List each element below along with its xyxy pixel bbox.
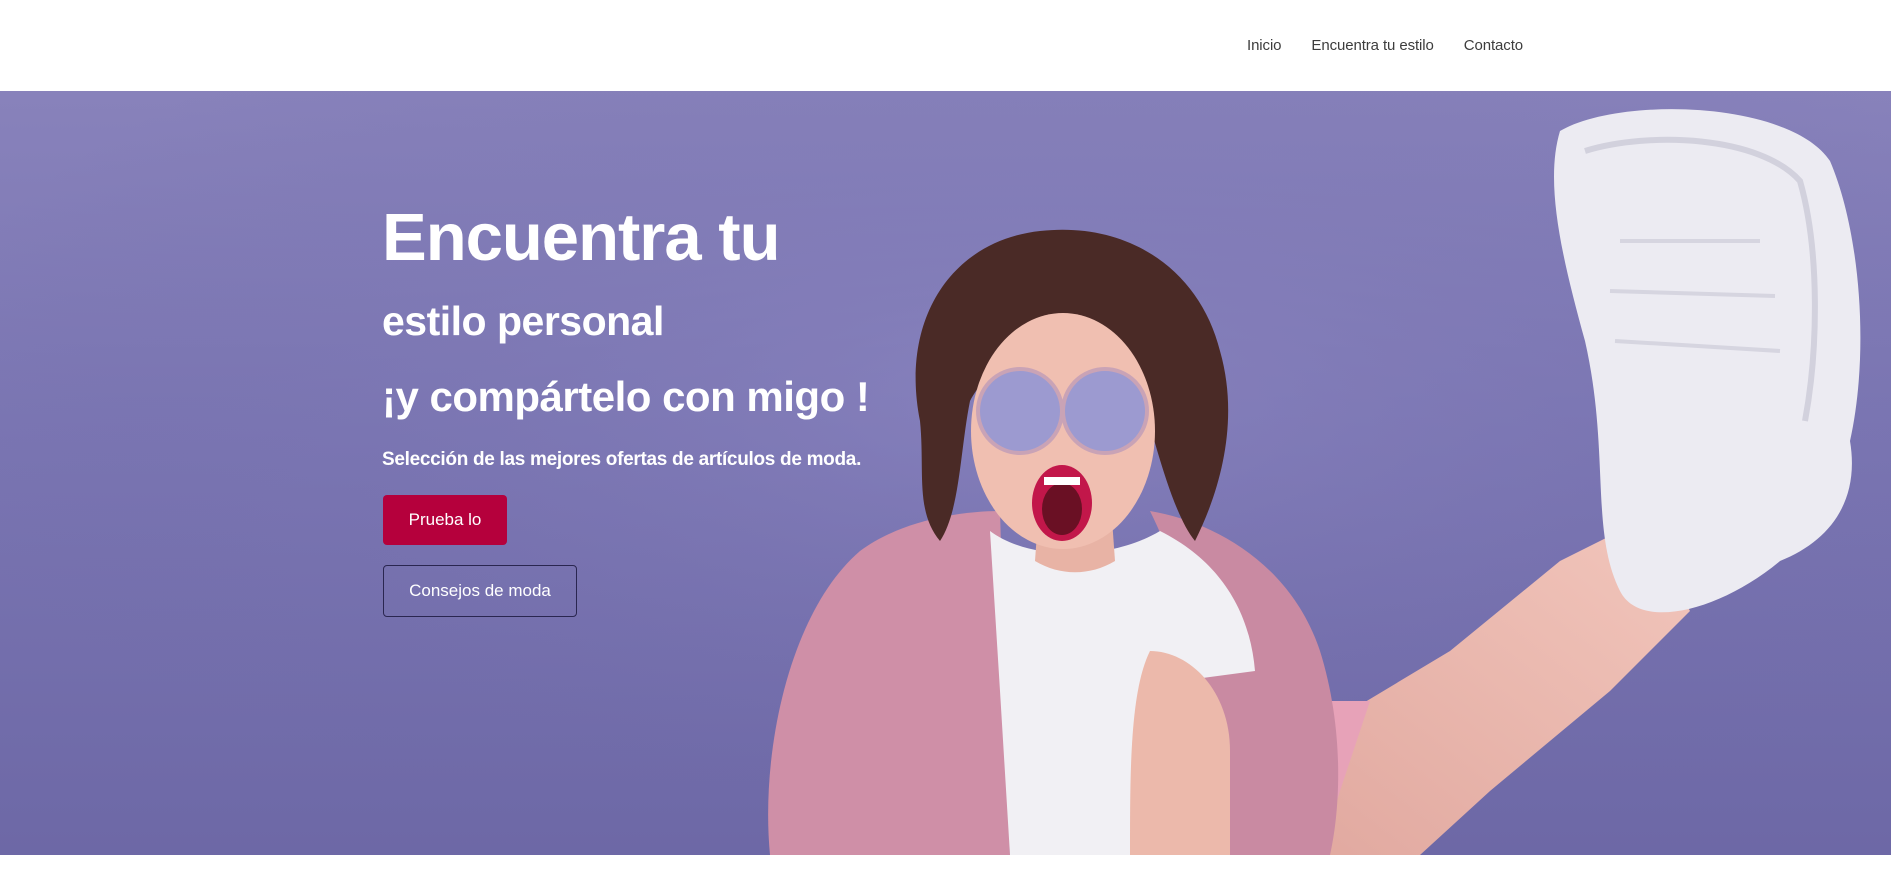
hero-headline-line-2: estilo personal [382, 298, 664, 344]
main-nav: Inicio Encuentra tu estilo Contacto [1247, 36, 1523, 56]
fashion-tips-button[interactable]: Consejos de moda [383, 565, 577, 617]
nav-link-inicio[interactable]: Inicio [1247, 36, 1282, 56]
hero-photo-woman-shouting [0, 91, 1891, 855]
site-header: Inicio Encuentra tu estilo Contacto [0, 0, 1891, 91]
hero-headline-line-3: ¡y compártelo con migo ! [382, 373, 870, 420]
hero-banner: Encuentra tu estilo personal ¡y compárte… [0, 91, 1891, 855]
nav-link-encuentra-tu-estilo[interactable]: Encuentra tu estilo [1311, 36, 1433, 56]
nav-link-contacto[interactable]: Contacto [1464, 36, 1523, 56]
try-it-button[interactable]: Prueba lo [383, 495, 507, 545]
hero-subline: Selección de las mejores ofertas de artí… [382, 449, 862, 470]
hero-headline-line-1: Encuentra tu [382, 200, 780, 275]
